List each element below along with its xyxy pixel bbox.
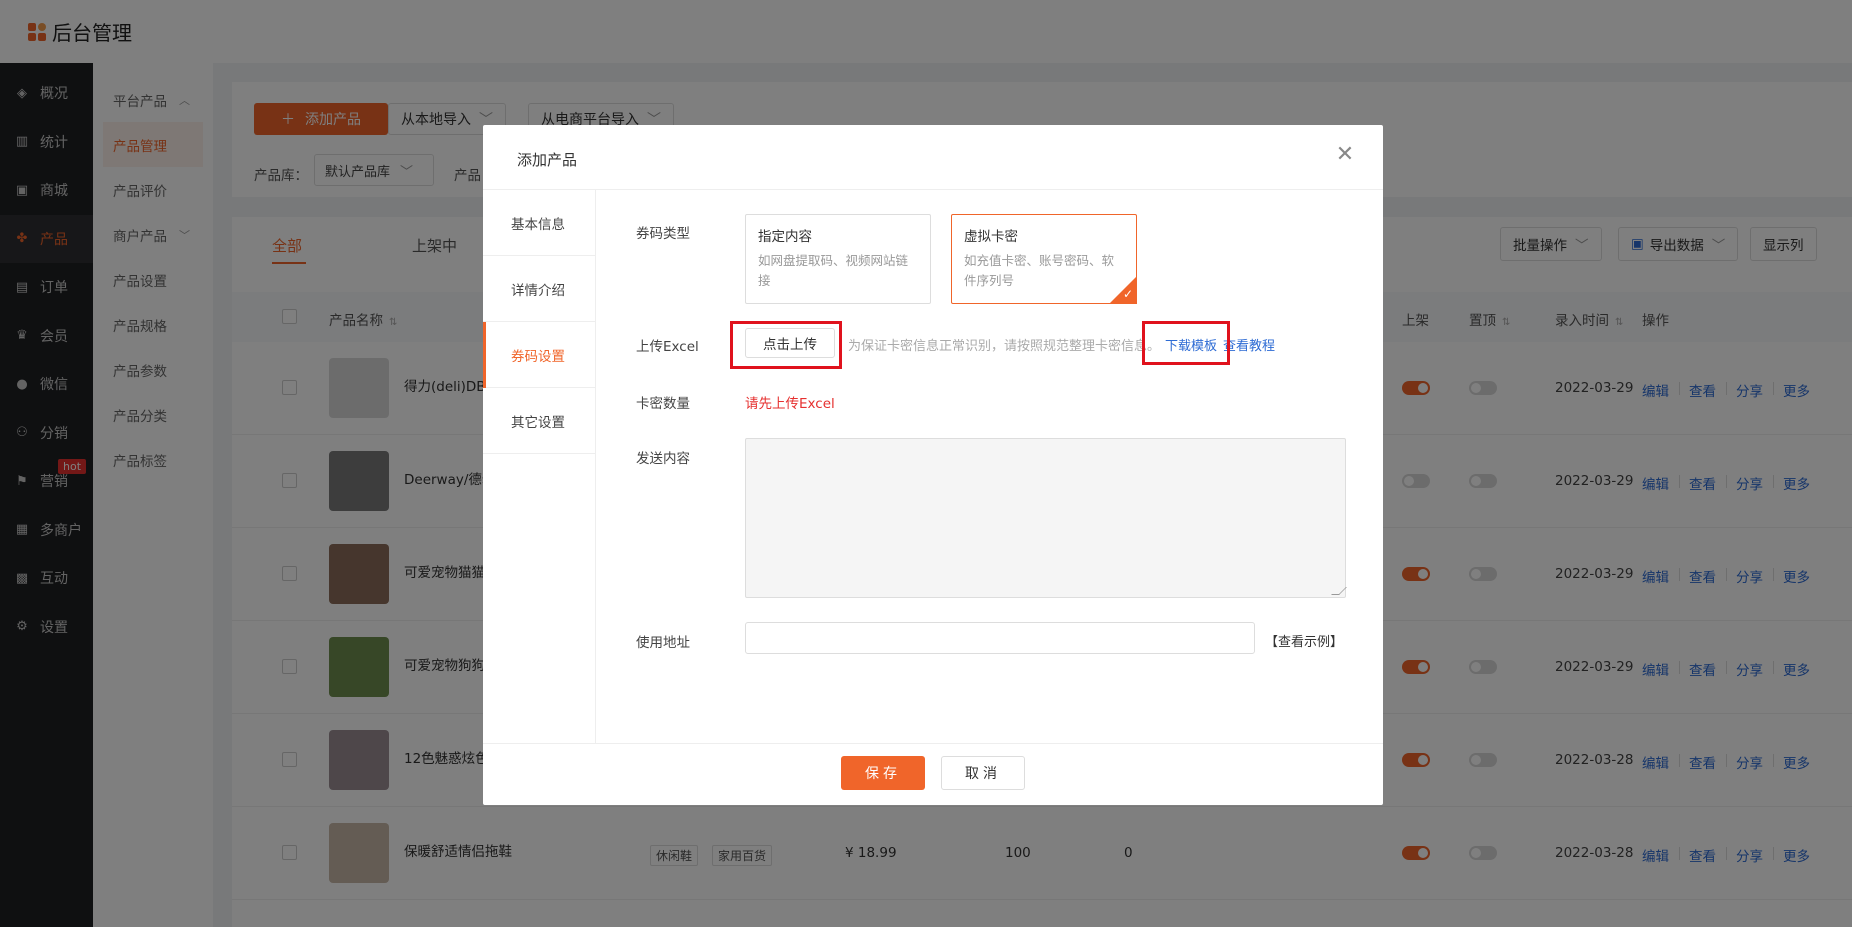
modal-nav-other-settings[interactable]: 其它设置 bbox=[483, 388, 595, 454]
card-count-label: 卡密数量 bbox=[636, 396, 690, 412]
modal-footer: 保存 取消 bbox=[483, 743, 1383, 805]
modal-nav-basic-info[interactable]: 基本信息 bbox=[483, 190, 595, 256]
save-button[interactable]: 保存 bbox=[841, 756, 925, 790]
cancel-button[interactable]: 取消 bbox=[941, 756, 1025, 790]
send-content-textarea[interactable] bbox=[745, 438, 1347, 598]
type-option-desc: 如网盘提取码、视频网站链接 bbox=[758, 253, 909, 288]
coupon-type-label: 券码类型 bbox=[636, 226, 690, 242]
type-option-specified-content[interactable]: 指定内容 如网盘提取码、视频网站链接 bbox=[745, 214, 931, 304]
type-option-title: 虚拟卡密 bbox=[964, 229, 1018, 245]
modal-side-nav: 基本信息 详情介绍 券码设置 其它设置 bbox=[483, 190, 596, 743]
close-icon[interactable]: ✕ bbox=[1335, 144, 1355, 166]
modal-nav-detail[interactable]: 详情介绍 bbox=[483, 256, 595, 322]
type-option-title: 指定内容 bbox=[758, 229, 812, 245]
modal-header: 添加产品 ✕ bbox=[483, 125, 1383, 190]
add-product-modal: 添加产品 ✕ 基本信息 详情介绍 券码设置 其它设置 券码类型 指定内容 如网盘… bbox=[483, 125, 1383, 805]
modal-title: 添加产品 bbox=[517, 151, 578, 169]
modal-nav-coupon-settings[interactable]: 券码设置 bbox=[483, 322, 595, 388]
view-example-link[interactable]: 【查看示例】 bbox=[1265, 631, 1343, 650]
usage-url-label: 使用地址 bbox=[636, 635, 690, 651]
check-icon: ✓ bbox=[1122, 287, 1133, 301]
send-content-label: 发送内容 bbox=[636, 451, 690, 467]
highlight-box-upload bbox=[730, 321, 842, 369]
type-option-desc: 如充值卡密、账号密码、软件序列号 bbox=[964, 253, 1115, 288]
highlight-box-download bbox=[1142, 321, 1230, 365]
type-option-virtual-card[interactable]: 虚拟卡密 如充值卡密、账号密码、软件序列号 ✓ bbox=[951, 214, 1137, 304]
upload-hint: 为保证卡密信息正常识别，请按照规范整理卡密信息。 bbox=[848, 339, 1161, 354]
card-count-warning: 请先上传Excel bbox=[745, 396, 835, 412]
upload-excel-label: 上传Excel bbox=[636, 339, 699, 355]
usage-url-input[interactable] bbox=[745, 622, 1255, 654]
resize-handle[interactable] bbox=[1331, 587, 1347, 595]
view-tutorial-link[interactable]: 查看教程 bbox=[1223, 335, 1275, 354]
